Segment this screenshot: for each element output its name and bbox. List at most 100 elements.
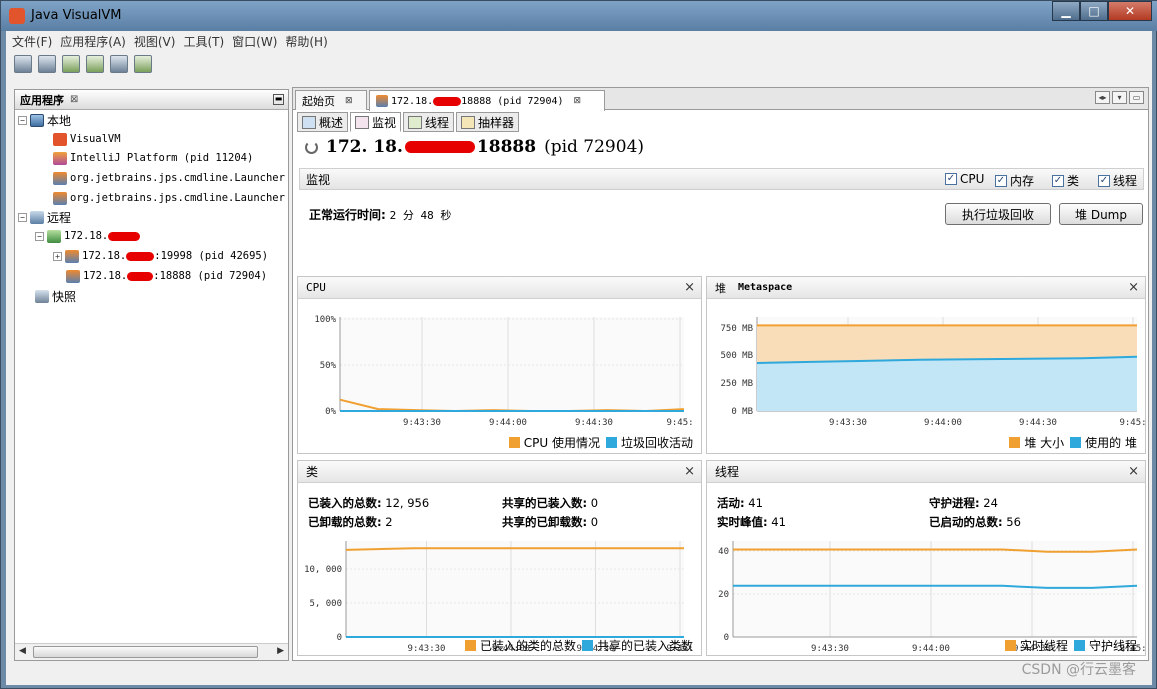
tree-node-snapshots[interactable]: 快照: [35, 288, 76, 304]
plot-area: [346, 541, 684, 637]
applications-panel-title: 应用程序: [20, 93, 64, 107]
applications-panel-header: 应用程序 ⊠ ▬: [15, 90, 288, 110]
applications-panel-minimize-icon[interactable]: ▬: [273, 94, 284, 105]
y-tick-label: 0 MB: [731, 407, 753, 417]
tab-controls: ◂▸ ▾ ▭: [1093, 91, 1144, 104]
checkbox-memory[interactable]: ✓ 内存: [995, 172, 1034, 189]
tab-close-icon[interactable]: ⊠: [574, 96, 582, 106]
close-window-button[interactable]: ✕: [1108, 1, 1152, 21]
add-jmx-connection-icon[interactable]: [62, 55, 80, 73]
save-icon[interactable]: [38, 55, 56, 73]
tab-start-page[interactable]: 起始页 ⊠: [295, 90, 367, 110]
cpu-chart-legend: CPU 使用情况 垃圾回收活动: [503, 434, 693, 451]
tab-list-dropdown-icon[interactable]: ▾: [1112, 91, 1127, 104]
menu-applications[interactable]: 应用程序(A): [60, 33, 126, 50]
watermark: CSDN @行云墨客: [1021, 662, 1136, 678]
horizontal-scrollbar[interactable]: ◀ ▶: [15, 643, 288, 660]
overview-icon: [302, 115, 316, 129]
x-tick-label: 9:45:: [1119, 418, 1145, 428]
classes-chart-header: 类 ×: [298, 461, 701, 483]
snapshot-icon: [35, 289, 49, 303]
jmx-process-icon: [65, 249, 79, 263]
tree-node-launcher-1[interactable]: org.jetbrains.jps.cmdline.Launcher: [53, 170, 285, 186]
heap-dump-button[interactable]: 堆 Dump: [1059, 203, 1143, 225]
subtab-overview[interactable]: 概述: [297, 112, 349, 132]
y-tick-label: 0%: [325, 407, 336, 417]
toolbar: [6, 52, 1152, 76]
tab-remote-process[interactable]: 172.18. 18888 (pid 72904) ⊠: [369, 90, 605, 111]
tree-node-remote-host[interactable]: − 172.18.: [35, 228, 141, 244]
computer-icon: [30, 113, 44, 127]
metaspace-tab[interactable]: Metaspace: [738, 282, 792, 293]
title-bar: Java VisualVM ▁ □ ✕: [1, 1, 1157, 31]
subtab-sampler[interactable]: 抽样器: [456, 112, 520, 132]
window-title: Java VisualVM: [31, 8, 122, 23]
threads-stats-right: 守护进程: 24 已启动的总数: 56: [929, 496, 1021, 529]
tree-node-remote[interactable]: − 远程: [18, 209, 71, 225]
cpu-chart-panel: CPU × 9:43:30 9:44:00 9:44:30 9:45: 100% 50% 0…: [297, 276, 702, 454]
heap-chart-close-icon[interactable]: ×: [1128, 280, 1139, 295]
add-remote-host-icon[interactable]: [86, 55, 104, 73]
y-tick-label: 0: [337, 633, 342, 643]
x-tick-label: 9:43:30: [829, 418, 867, 428]
checkbox-threads[interactable]: ✓ 线程: [1098, 172, 1137, 189]
page-title: 172. 18. 18888 (pid 72904): [305, 137, 644, 157]
y-tick-label: 10, 000: [304, 565, 342, 575]
collapse-icon[interactable]: −: [18, 115, 27, 125]
tab-scroll-left-right-icon[interactable]: ◂▸: [1095, 91, 1110, 104]
y-tick-label: 40: [718, 547, 729, 557]
tree-node-visualvm[interactable]: VisualVM: [53, 131, 121, 147]
classes-chart-close-icon[interactable]: ×: [684, 464, 695, 479]
uptime: 正常运行时间: 2 分 48 秒: [309, 208, 452, 222]
threads-chart-panel: 线程 × 活动: 41 实时峰值: 41 守护进程: 24 已启动的总数: 56…: [706, 460, 1146, 656]
tree-node-local[interactable]: − 本地: [18, 112, 71, 128]
checkbox-cpu[interactable]: ✓ CPU: [945, 172, 984, 186]
legend-swatch-daemon-threads: [1073, 640, 1085, 651]
perform-gc-button[interactable]: 执行垃圾回收: [945, 203, 1051, 225]
tab-close-icon[interactable]: ⊠: [345, 96, 353, 106]
view-subtabs: 概述 监视 线程 抽样器: [297, 112, 521, 132]
add-snapshot-icon[interactable]: [134, 55, 152, 73]
legend-swatch-live-threads: [1004, 640, 1016, 651]
intellij-icon: [53, 151, 67, 165]
subtab-monitor[interactable]: 监视: [350, 112, 402, 132]
collapse-icon[interactable]: −: [18, 212, 27, 222]
x-tick-label: 9:44:30: [575, 418, 613, 428]
menu-window[interactable]: 窗口(W): [232, 33, 277, 50]
minimize-button[interactable]: ▁: [1052, 1, 1080, 21]
subtab-threads[interactable]: 线程: [403, 112, 455, 132]
checkbox-check-icon: ✓: [945, 173, 957, 185]
maximize-button[interactable]: □: [1080, 1, 1108, 21]
scroll-thumb[interactable]: [33, 646, 258, 658]
series-area-used-heap: [757, 356, 1137, 411]
add-core-dump-icon[interactable]: [110, 55, 128, 73]
load-snapshot-icon[interactable]: [14, 55, 32, 73]
menu-tools[interactable]: 工具(T): [183, 33, 224, 50]
menu-view[interactable]: 视图(V): [134, 33, 176, 50]
checkbox-classes[interactable]: ✓ 类: [1052, 172, 1079, 189]
scroll-right-icon[interactable]: ▶: [277, 646, 284, 656]
visualvm-icon: [53, 132, 67, 146]
menu-file[interactable]: 文件(F): [12, 33, 52, 50]
threads-chart: 9:43:30 9:44:00 9:44:30 9:45:40200: [718, 541, 1145, 653]
tree-node-remote-process-1[interactable]: + 172.18. :19998 (pid 42695): [53, 248, 268, 264]
legend-swatch-cpu: [508, 437, 520, 448]
y-tick-label: 20: [718, 590, 729, 600]
expand-icon[interactable]: +: [53, 251, 62, 261]
threads-chart-close-icon[interactable]: ×: [1128, 464, 1139, 479]
y-tick-label: 100%: [314, 315, 336, 325]
tree-node-intellij[interactable]: IntelliJ Platform (pid 11204): [53, 150, 253, 166]
y-tick-label: 750 MB: [720, 324, 753, 334]
tree-node-launcher-2[interactable]: org.jetbrains.jps.cmdline.Launcher: [53, 190, 285, 206]
heap-tab[interactable]: 堆: [715, 280, 726, 296]
host-icon: [47, 229, 61, 243]
redaction-mark: [108, 231, 141, 241]
tree-node-remote-process-2[interactable]: 172.18. :18888 (pid 72904): [66, 268, 267, 284]
collapse-icon[interactable]: −: [35, 231, 44, 241]
menu-help[interactable]: 帮助(H): [285, 33, 327, 50]
applications-panel-close-icon[interactable]: ⊠: [70, 94, 78, 105]
scroll-left-icon[interactable]: ◀: [19, 646, 26, 656]
cpu-chart-close-icon[interactable]: ×: [684, 280, 695, 295]
redaction-mark: [126, 251, 155, 261]
maximize-panel-icon[interactable]: ▭: [1129, 91, 1144, 104]
